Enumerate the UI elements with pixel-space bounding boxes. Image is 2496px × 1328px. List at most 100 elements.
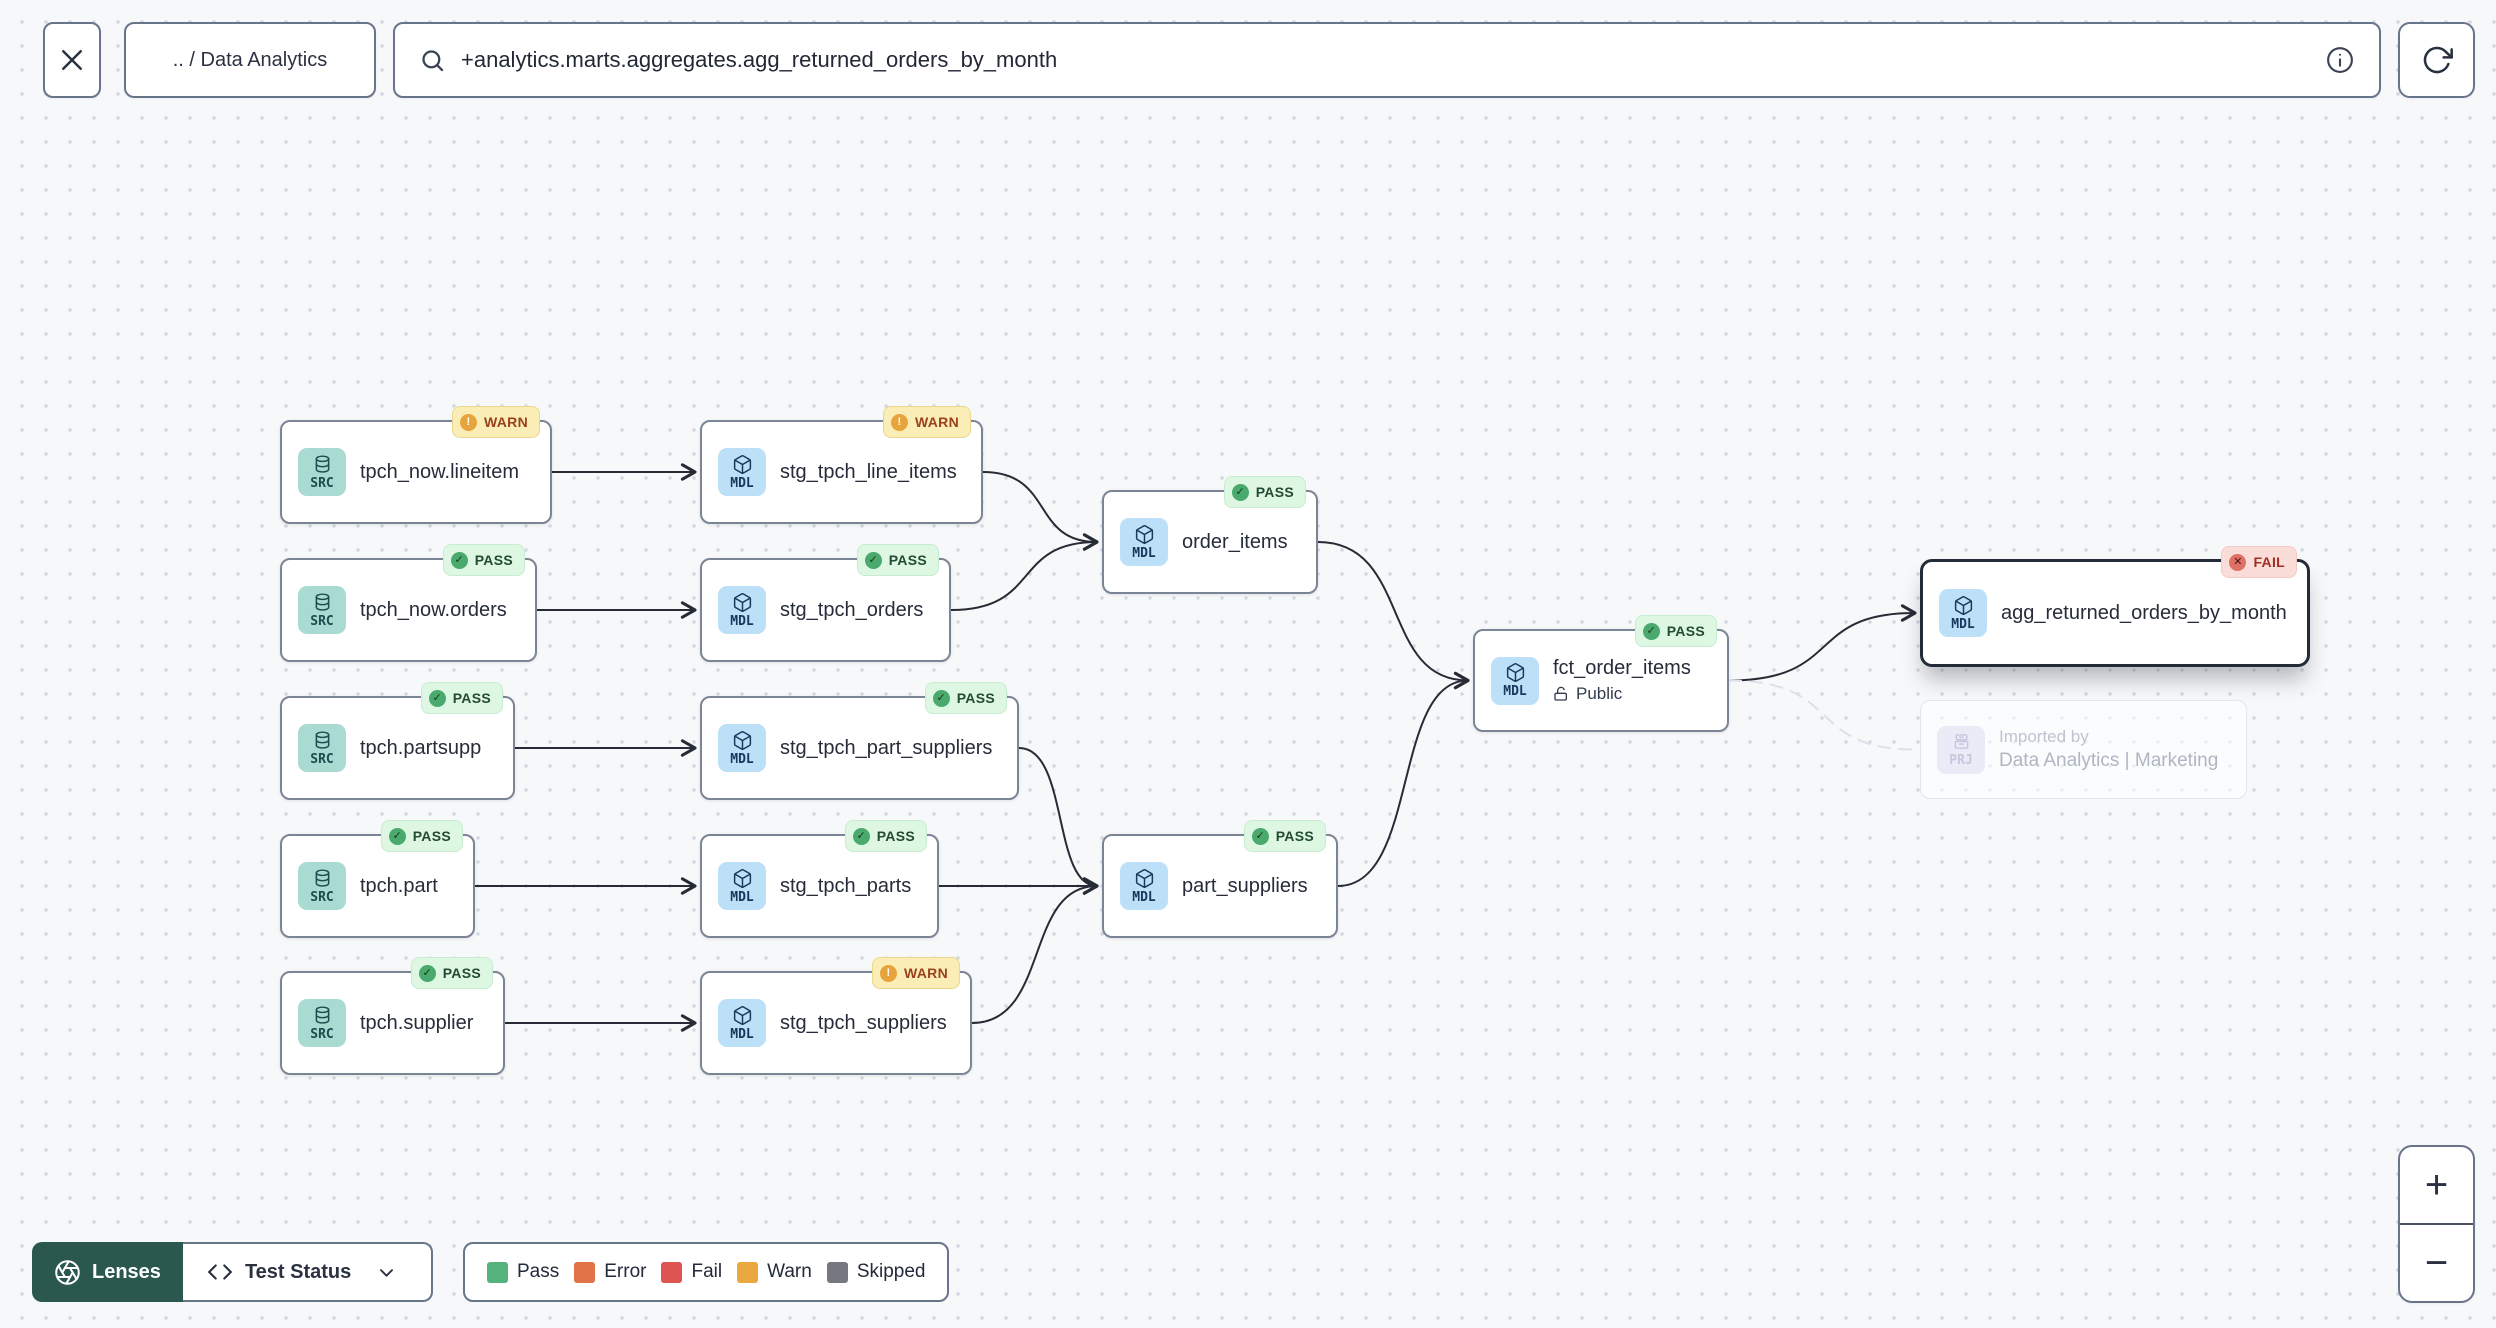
- model-cube-icon: [733, 1005, 751, 1025]
- node-stg_tpch_line_items[interactable]: ! WARN MDL stg_tpch_line_items: [700, 406, 983, 524]
- status-label: WARN: [484, 414, 528, 430]
- status-label: PASS: [1666, 623, 1705, 639]
- node-type-tile: MDL: [1120, 862, 1168, 910]
- model-cube-icon: [733, 730, 751, 750]
- node-part_suppliers[interactable]: ✓ PASS MDL part_suppliers: [1102, 820, 1338, 938]
- node-tpch_now_orders[interactable]: ✓ PASS SRC tpch_now.orders: [280, 544, 537, 662]
- legend-swatch-skipped: [826, 1261, 848, 1283]
- node-type-tile: SRC: [298, 862, 346, 910]
- node-type-tile: SRC: [298, 586, 346, 634]
- legend-swatch-pass: [487, 1261, 508, 1283]
- node-type-label: SRC: [310, 751, 334, 767]
- unlock-icon: [1554, 686, 1567, 701]
- node-imported_by_project[interactable]: PRJ Imported by Data Analytics | Marketin…: [1920, 700, 2247, 799]
- search-input[interactable]: [461, 47, 2310, 73]
- pass-status-icon: ✓: [852, 827, 870, 845]
- model-cube-icon: [733, 868, 751, 888]
- zoom-out-button[interactable]: −: [2400, 1225, 2473, 1301]
- status-label: PASS: [442, 965, 481, 981]
- lenses-label: Lenses: [92, 1260, 161, 1283]
- node-tpch_partsupp[interactable]: ✓ PASS SRC tpch.partsupp: [280, 682, 515, 800]
- node-type-label: MDL: [1503, 684, 1527, 699]
- node-title: stg_tpch_suppliers: [780, 1011, 947, 1034]
- status-badge: ✓ PASS: [1243, 820, 1326, 852]
- node-stg_tpch_orders[interactable]: ✓ PASS MDL stg_tpch_orders: [700, 544, 951, 662]
- status-label: PASS: [876, 828, 915, 844]
- node-title: order_items: [1182, 530, 1288, 553]
- status-badge: ✓ PASS: [1223, 476, 1306, 508]
- visibility-label: Public: [1553, 684, 1691, 704]
- model-cube-icon: [1506, 663, 1524, 682]
- warn-status-icon: !: [880, 964, 898, 982]
- breadcrumb[interactable]: .. / Data Analytics: [124, 22, 376, 98]
- model-cube-icon: [1135, 524, 1153, 544]
- info-icon[interactable]: [2325, 45, 2355, 75]
- status-badge: ✓ PASS: [924, 682, 1007, 714]
- database-icon: [315, 592, 329, 611]
- legend-label: Fail: [691, 1261, 723, 1282]
- status-label: WARN: [904, 965, 948, 981]
- database-icon: [315, 454, 329, 473]
- legend-item-fail: Fail: [661, 1261, 722, 1283]
- node-type-tile: MDL: [1939, 589, 1987, 637]
- node-tpch_now_lineitem[interactable]: ! WARN SRC tpch_now.lineitem: [280, 406, 552, 524]
- model-cube-icon: [733, 592, 751, 612]
- node-stg_tpch_part_suppliers[interactable]: ✓ PASS MDL stg_tpch_part_suppliers: [700, 682, 1019, 800]
- status-badge: ! WARN: [883, 406, 971, 438]
- node-title: agg_returned_orders_by_month: [2001, 601, 2287, 624]
- node-type-tile: MDL: [718, 586, 766, 634]
- node-stg_tpch_parts[interactable]: ✓ PASS MDL stg_tpch_parts: [700, 820, 939, 938]
- search-box[interactable]: [393, 22, 2381, 98]
- node-title: tpch.partsupp: [360, 736, 482, 759]
- node-stg_tpch_suppliers[interactable]: ! WARN MDL stg_tpch_suppliers: [700, 957, 972, 1075]
- legend-label: Skipped: [856, 1261, 926, 1282]
- node-agg_returned_orders_by_month[interactable]: ✕ FAIL MDL agg_returned_orders_by_month: [1920, 546, 2310, 667]
- status-label: PASS: [452, 690, 491, 706]
- node-fct_order_items[interactable]: ✓ PASS MDL fct_order_items Public: [1473, 615, 1729, 732]
- status-badge: ✓ PASS: [410, 957, 493, 989]
- status-label: FAIL: [2253, 554, 2285, 570]
- lens-dropdown[interactable]: Test Status: [182, 1242, 433, 1302]
- pass-status-icon: ✓: [388, 827, 406, 845]
- node-title: stg_tpch_line_items: [780, 460, 957, 483]
- lineage-canvas[interactable]: ! WARN SRC tpch_now.lineitem ! WARN MDL st…: [0, 0, 2496, 1328]
- node-tpch_part[interactable]: ✓ PASS SRC tpch.part: [280, 820, 475, 938]
- pass-status-icon: ✓: [864, 551, 882, 569]
- close-icon: [62, 50, 82, 70]
- model-cube-icon: [733, 454, 751, 474]
- node-title: tpch.supplier: [360, 1011, 474, 1034]
- node-type-label: SRC: [310, 613, 334, 629]
- warn-status-icon: !: [460, 413, 478, 431]
- node-title: stg_tpch_part_suppliers: [780, 736, 993, 759]
- pass-status-icon: ✓: [1642, 622, 1660, 640]
- status-badge: ✓ PASS: [420, 682, 503, 714]
- legend-item-skipped: Skipped: [826, 1261, 926, 1283]
- node-order_items[interactable]: ✓ PASS MDL order_items: [1102, 476, 1318, 594]
- node-type-label: PRJ: [1949, 753, 1973, 768]
- node-type-tile: MDL: [1120, 518, 1168, 566]
- node-type-tile: PRJ: [1937, 725, 1985, 774]
- status-badge: ! WARN: [452, 406, 540, 438]
- node-type-label: SRC: [310, 475, 334, 491]
- refresh-button[interactable]: [2398, 22, 2475, 98]
- pass-status-icon: ✓: [428, 689, 446, 707]
- node-type-label: MDL: [730, 889, 754, 905]
- legend-label: Warn: [767, 1261, 812, 1282]
- node-type-tile: SRC: [298, 448, 346, 496]
- node-tpch_supplier[interactable]: ✓ PASS SRC tpch.supplier: [280, 957, 505, 1075]
- status-badge: ✓ PASS: [856, 544, 939, 576]
- status-label: PASS: [956, 690, 995, 706]
- lenses-button[interactable]: Lenses: [32, 1242, 183, 1302]
- close-button[interactable]: [43, 22, 101, 98]
- status-badge: ✓ PASS: [844, 820, 927, 852]
- imported-by-label: Imported by: [1999, 727, 2089, 746]
- node-type-tile: SRC: [298, 724, 346, 772]
- node-title: tpch_now.lineitem: [360, 460, 519, 483]
- status-label: PASS: [412, 828, 451, 844]
- node-title: tpch_now.orders: [360, 598, 507, 621]
- node-type-label: SRC: [310, 1026, 334, 1042]
- status-badge: ✕ FAIL: [2221, 546, 2297, 578]
- importing-project-name: Data Analytics | Marketing: [1999, 750, 2219, 771]
- zoom-in-button[interactable]: +: [2400, 1147, 2473, 1223]
- node-type-label: MDL: [1132, 889, 1156, 905]
